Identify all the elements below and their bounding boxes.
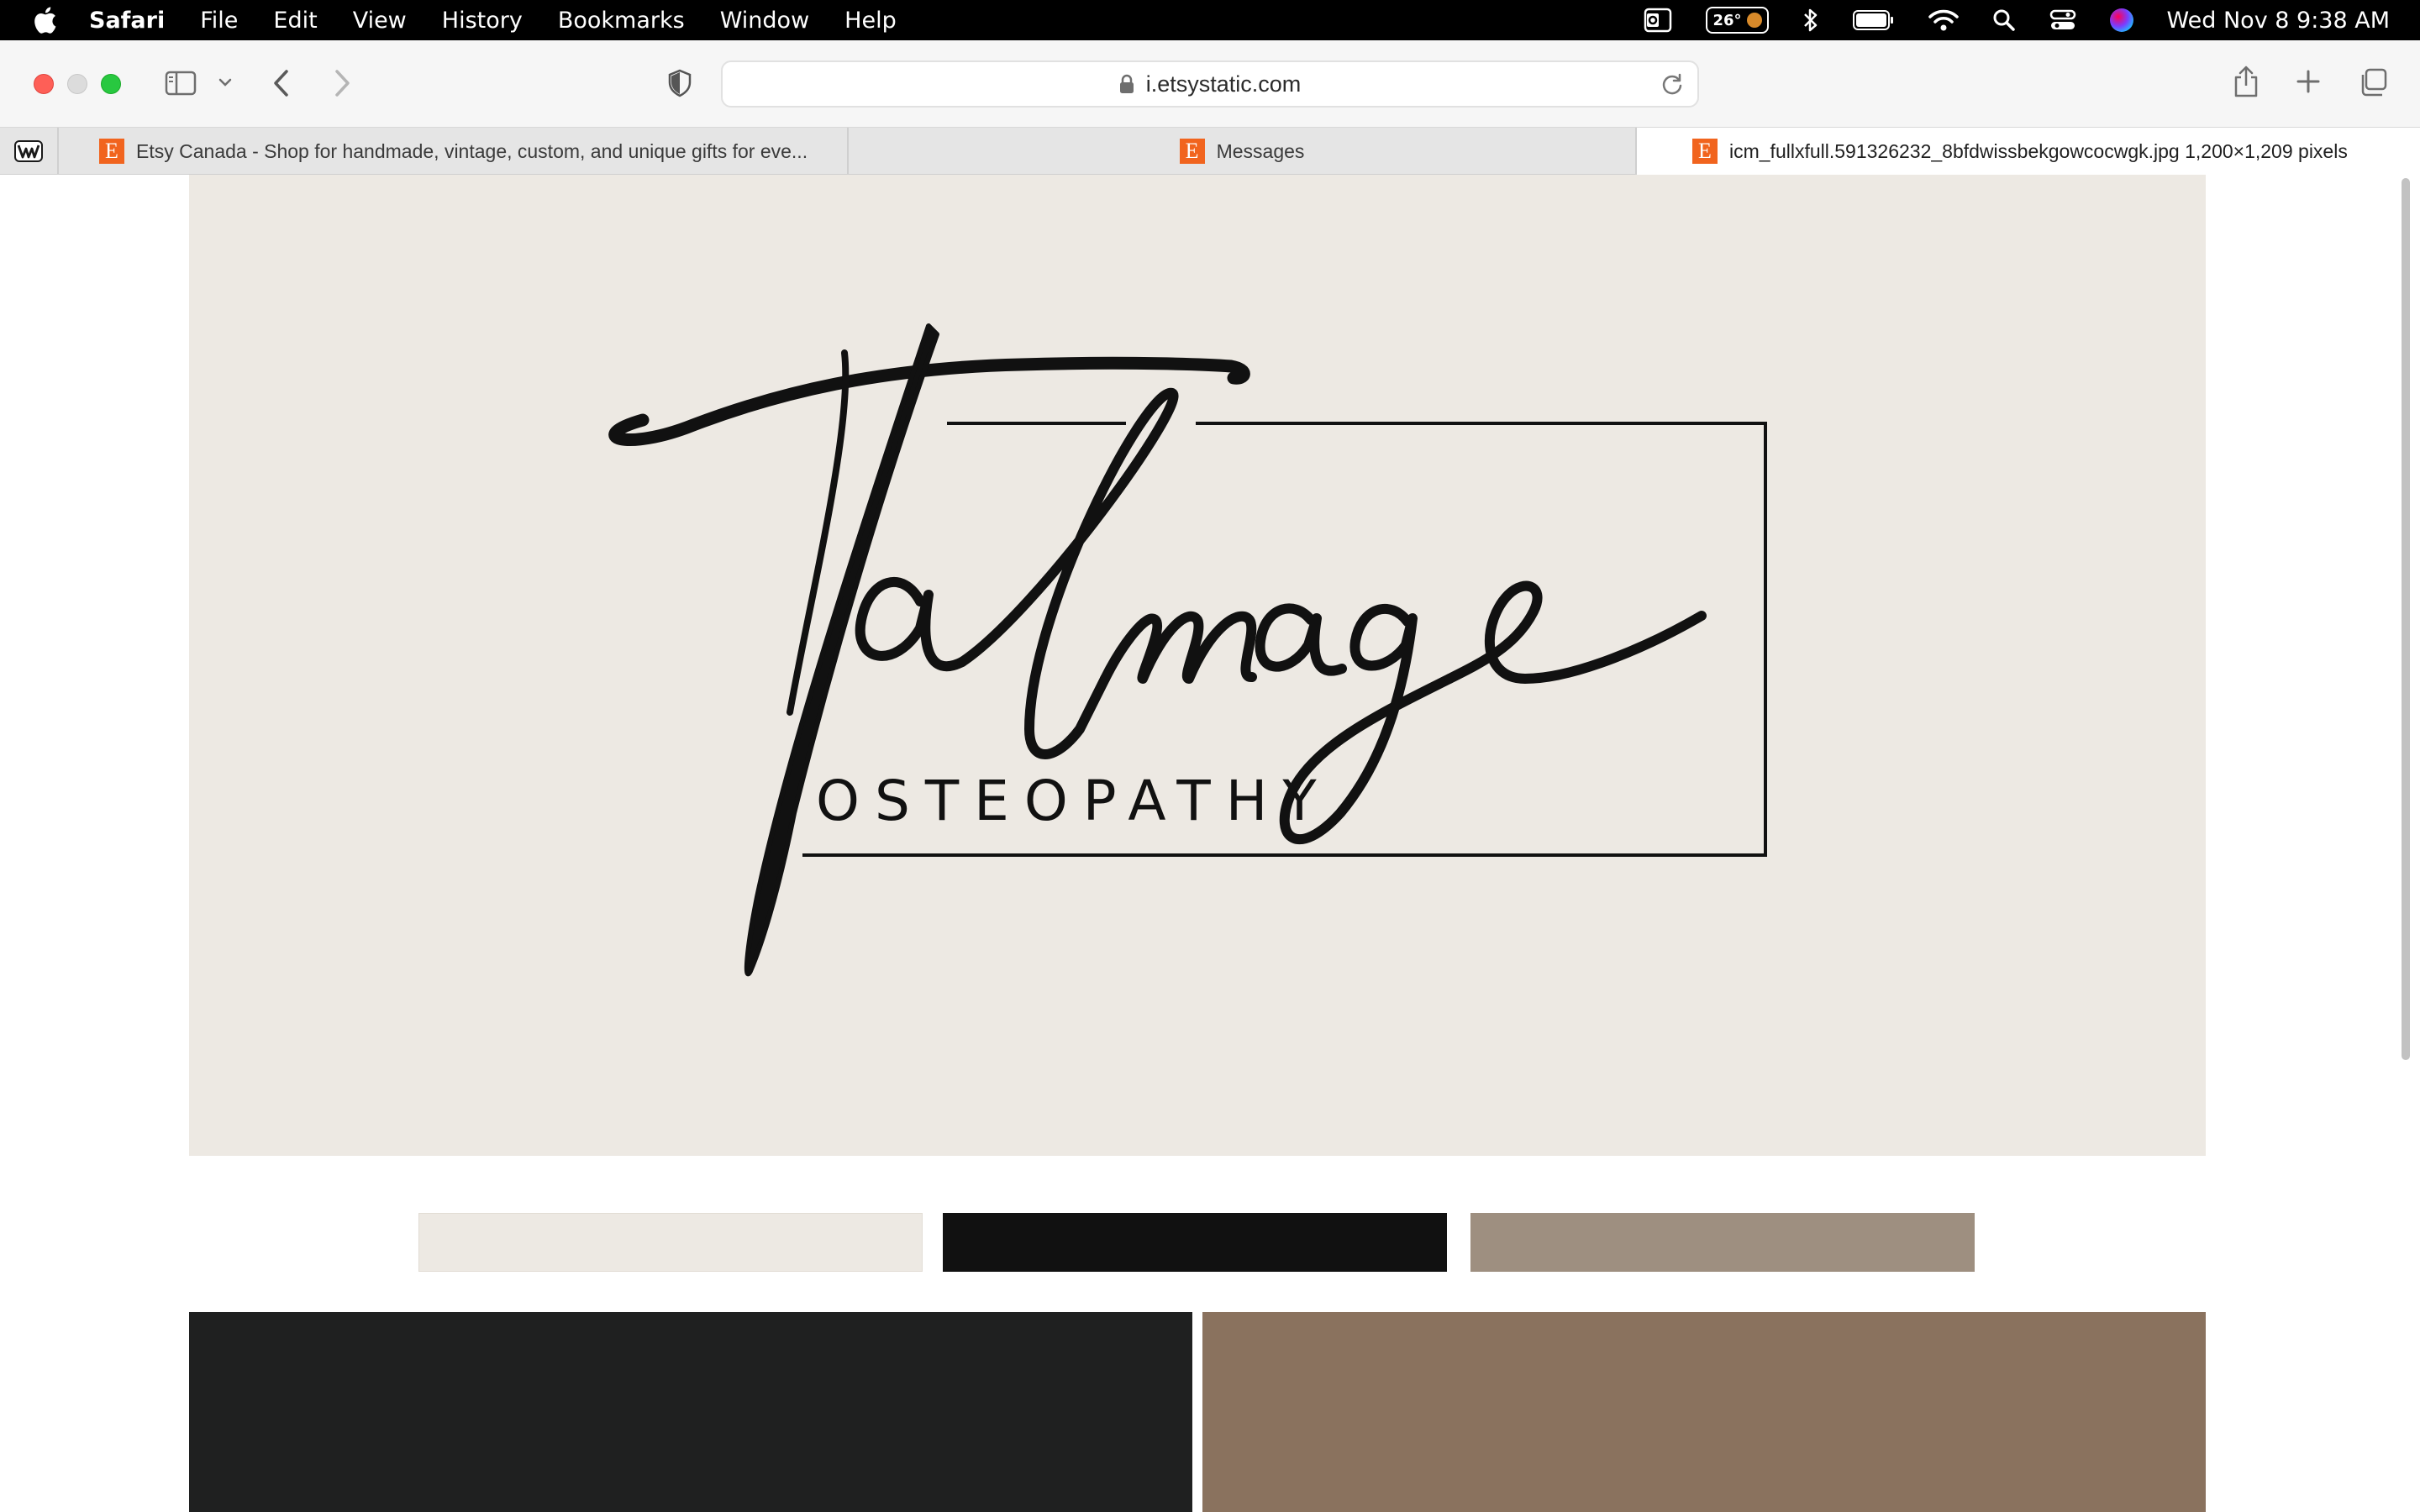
menu-app-name[interactable]: Safari: [89, 8, 165, 34]
menu-file[interactable]: File: [200, 8, 238, 34]
menu-bookmarks[interactable]: Bookmarks: [558, 8, 685, 34]
vertical-scrollbar[interactable]: [2400, 175, 2412, 1065]
siri-icon[interactable]: [2109, 8, 2133, 32]
zoom-window-button[interactable]: [101, 74, 121, 94]
scrollbar-thumb[interactable]: [2402, 178, 2410, 1060]
weather-temp: 26°: [1712, 11, 1742, 29]
tab-overview-icon[interactable]: [2358, 67, 2388, 97]
palette-swatch-taupe: [1470, 1213, 1975, 1272]
sidebar-toggle-icon[interactable]: [165, 71, 197, 96]
forward-icon[interactable]: [333, 69, 351, 97]
bluetooth-icon[interactable]: [1802, 7, 1819, 34]
reload-icon[interactable]: [1660, 72, 1684, 96]
address-bar[interactable]: i.etsystatic.com: [721, 60, 1699, 108]
privacy-shield-icon[interactable]: [667, 69, 692, 97]
wifi-icon[interactable]: [1928, 8, 1959, 32]
control-center-icon[interactable]: [2049, 8, 2076, 32]
outlook-icon[interactable]: [1644, 7, 1672, 34]
apple-menu-icon[interactable]: [32, 7, 57, 34]
pinned-tab[interactable]: [0, 128, 59, 175]
tab-messages[interactable]: E Messages: [847, 128, 1635, 175]
tab-image-active[interactable]: E icm_fullxfull.591326232_8bfdwissbekgow…: [1635, 128, 2420, 175]
share-icon[interactable]: [2232, 66, 2260, 99]
menu-view[interactable]: View: [353, 8, 407, 34]
image-viewer: OSTEOPATHY: [0, 175, 2420, 1512]
menu-history[interactable]: History: [442, 8, 523, 34]
logo-image: OSTEOPATHY: [189, 175, 2206, 1156]
color-block-dark: [189, 1312, 1192, 1512]
pinned-tab-w-icon: [14, 140, 43, 162]
weather-icon: [1746, 13, 1762, 28]
palette-swatch-black: [943, 1213, 1447, 1272]
logo-subtitle: OSTEOPATHY: [816, 769, 1332, 833]
chevron-down-icon[interactable]: [218, 77, 232, 87]
minimize-window-button[interactable]: [67, 74, 87, 94]
color-block-brown: [1202, 1312, 2206, 1512]
menu-edit[interactable]: Edit: [273, 8, 317, 34]
etsy-e-icon: E: [1692, 139, 1718, 164]
tab-bar: E Etsy Canada - Shop for handmade, vinta…: [0, 128, 2420, 175]
lock-icon: [1119, 74, 1134, 93]
menu-window[interactable]: Window: [720, 8, 809, 34]
battery-icon[interactable]: [1852, 9, 1895, 31]
tab-title: Etsy Canada - Shop for handmade, vintage…: [136, 139, 808, 162]
spotlight-search-icon[interactable]: [1992, 8, 2016, 32]
palette-swatch-cream: [418, 1213, 923, 1272]
menu-clock[interactable]: Wed Nov 8 9:38 AM: [2167, 8, 2390, 34]
new-tab-icon[interactable]: [2296, 69, 2321, 94]
back-icon[interactable]: [272, 69, 291, 97]
talmage-logo: OSTEOPATHY: [608, 323, 1767, 977]
close-window-button[interactable]: [34, 74, 54, 94]
menu-help[interactable]: Help: [844, 8, 897, 34]
tab-title: Messages: [1216, 139, 1305, 162]
url-text: i.etsystatic.com: [1145, 71, 1302, 97]
etsy-e-icon: E: [1179, 139, 1205, 164]
tab-etsy-canada[interactable]: E Etsy Canada - Shop for handmade, vinta…: [99, 128, 847, 175]
tab-title: icm_fullxfull.591326232_8bfdwissbekgowco…: [1729, 139, 2348, 162]
macos-menu-bar: Safari File Edit View History Bookmarks …: [0, 0, 2420, 40]
etsy-e-icon: E: [99, 139, 124, 164]
weather-widget[interactable]: 26°: [1706, 7, 1769, 34]
